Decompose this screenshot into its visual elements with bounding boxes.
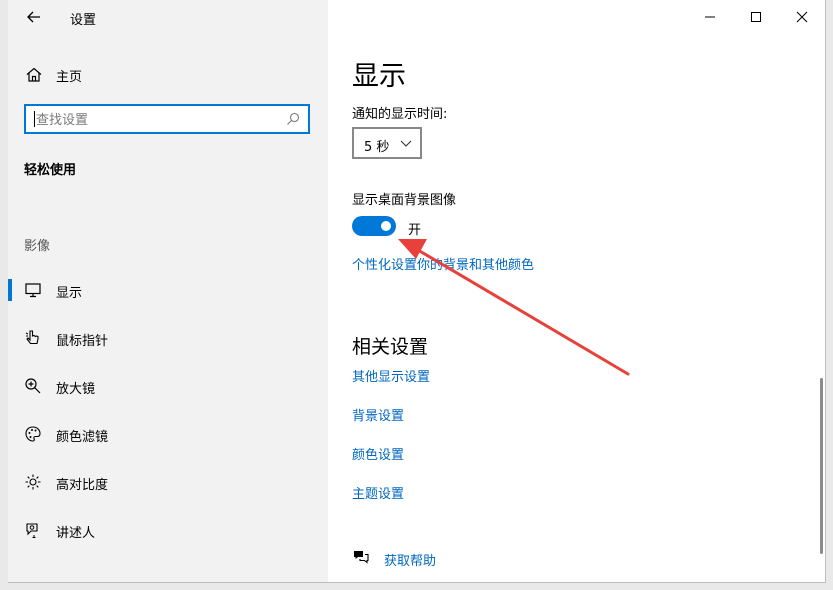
get-help-link[interactable]: 获取帮助 [384,550,436,569]
desktop-background-label: 显示桌面背景图像 [352,193,457,208]
brightness-icon [25,474,41,490]
main-content: 显示 通知的显示时间: 5 秒 显示桌面背景图像 开 个性化设置你的背景和其他颜… [328,0,825,582]
back-arrow-icon [27,11,40,23]
sidebar-item-label: 颜色滤镜 [56,430,109,445]
theme-settings-link[interactable]: 主题设置 [352,483,404,502]
magnifier-icon [25,378,41,394]
search-input[interactable] [34,110,278,130]
color-settings-link[interactable]: 颜色设置 [352,444,404,463]
back-button[interactable] [22,6,46,28]
related-settings-title: 相关设置 [352,336,429,358]
settings-window: 设置 主页 轻松使用 影像 显示 [8,0,826,583]
chevron-down-icon [400,140,412,147]
toggle-knob [381,221,391,231]
scrollbar[interactable] [820,378,823,554]
sidebar-item-label: 显示 [56,286,83,301]
home-icon [26,67,42,82]
active-indicator [8,279,12,301]
notification-time-label: 通知的显示时间: [352,107,448,122]
sidebar-item-label: 主页 [56,70,83,85]
sidebar-item-label: 讲述人 [56,526,96,541]
desktop-background-toggle[interactable] [352,216,396,236]
sidebar-item-narrator[interactable]: 讲述人 [8,512,328,548]
maximize-icon [751,12,761,22]
background-settings-link[interactable]: 背景设置 [352,405,404,424]
dropdown-value: 5 秒 [364,140,390,155]
close-icon [796,11,808,23]
minimize-icon [705,16,715,18]
page-title: 显示 [352,61,406,92]
minimize-button[interactable] [687,0,733,34]
sidebar-item-high-contrast[interactable]: 高对比度 [8,464,328,500]
palette-icon [25,426,41,442]
search-icon[interactable] [286,112,300,126]
maximize-button[interactable] [733,0,779,34]
sidebar-item-home[interactable]: 主页 [8,60,328,90]
sidebar-item-magnifier[interactable]: 放大镜 [8,368,328,404]
sidebar: 设置 主页 轻松使用 影像 显示 [8,0,328,582]
sidebar-item-mouse-pointer[interactable]: 鼠标指针 [8,320,328,356]
personalize-link[interactable]: 个性化设置你的背景和其他颜色 [352,254,534,273]
sidebar-item-display[interactable]: 显示 [8,272,328,308]
sidebar-item-color-filters[interactable]: 颜色滤镜 [8,416,328,452]
close-button[interactable] [779,0,825,34]
app-title: 设置 [70,13,97,28]
search-box[interactable] [24,104,310,134]
sidebar-item-label: 放大镜 [56,382,96,397]
sidebar-item-label: 高对比度 [56,478,109,493]
text-caret [34,111,35,127]
toggle-state-label: 开 [408,223,422,238]
help-chat-icon [354,551,369,564]
monitor-icon [25,283,41,298]
group-label: 影像 [24,239,51,254]
narrator-icon [26,523,38,538]
notification-time-dropdown[interactable]: 5 秒 [352,127,422,159]
mouse-pointer-icon [25,330,39,345]
sidebar-item-label: 鼠标指针 [56,334,109,349]
section-title: 轻松使用 [24,163,77,178]
other-display-settings-link[interactable]: 其他显示设置 [352,366,430,385]
